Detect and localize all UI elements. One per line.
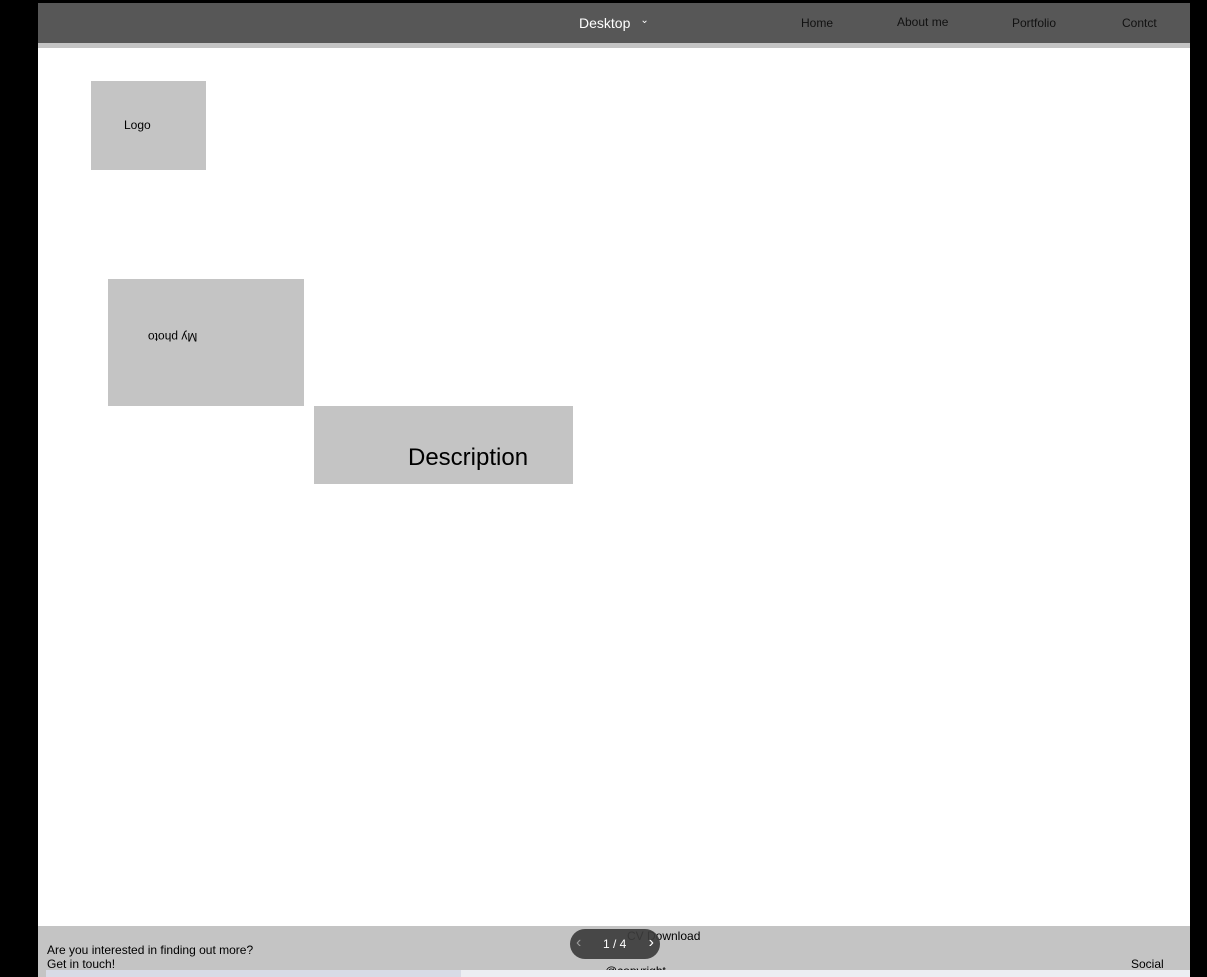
bottom-strip-left bbox=[46, 970, 461, 977]
chevron-left-icon[interactable]: ‹ bbox=[576, 934, 581, 952]
photo-label: My photo bbox=[148, 330, 198, 344]
chevron-right-icon[interactable]: › bbox=[649, 934, 654, 952]
page-frame: Desktop ⌄ Home About me Portfolio Contct… bbox=[38, 3, 1190, 977]
footer: Are you interested in finding out more? … bbox=[38, 926, 1190, 977]
description-label: Description bbox=[408, 444, 529, 471]
footer-line-2: Get in touch! bbox=[47, 957, 116, 971]
page-pager: ‹ 1 / 4 › bbox=[570, 929, 660, 959]
bottom-strip-right bbox=[461, 970, 1190, 977]
social-link[interactable]: Social bbox=[1131, 957, 1164, 971]
photo-placeholder: My photo bbox=[108, 279, 304, 406]
nav-contact[interactable]: Contct bbox=[1122, 16, 1157, 30]
nav-portfolio[interactable]: Portfolio bbox=[1012, 16, 1056, 30]
top-bar-divider bbox=[38, 43, 1190, 48]
nav-home[interactable]: Home bbox=[801, 16, 833, 30]
device-label: Desktop bbox=[579, 15, 631, 31]
device-select[interactable]: Desktop ⌄ bbox=[579, 15, 649, 31]
logo-label: Logo bbox=[124, 118, 151, 132]
page-count: 1 / 4 bbox=[603, 937, 627, 951]
description-placeholder: Description bbox=[314, 406, 573, 484]
nav-about-me[interactable]: About me bbox=[897, 15, 948, 29]
logo-placeholder: Logo bbox=[91, 81, 206, 170]
footer-line-1: Are you interested in finding out more? bbox=[47, 943, 254, 957]
top-bar: Desktop ⌄ Home About me Portfolio Contct bbox=[38, 3, 1190, 43]
chevron-down-icon: ⌄ bbox=[640, 15, 649, 26]
